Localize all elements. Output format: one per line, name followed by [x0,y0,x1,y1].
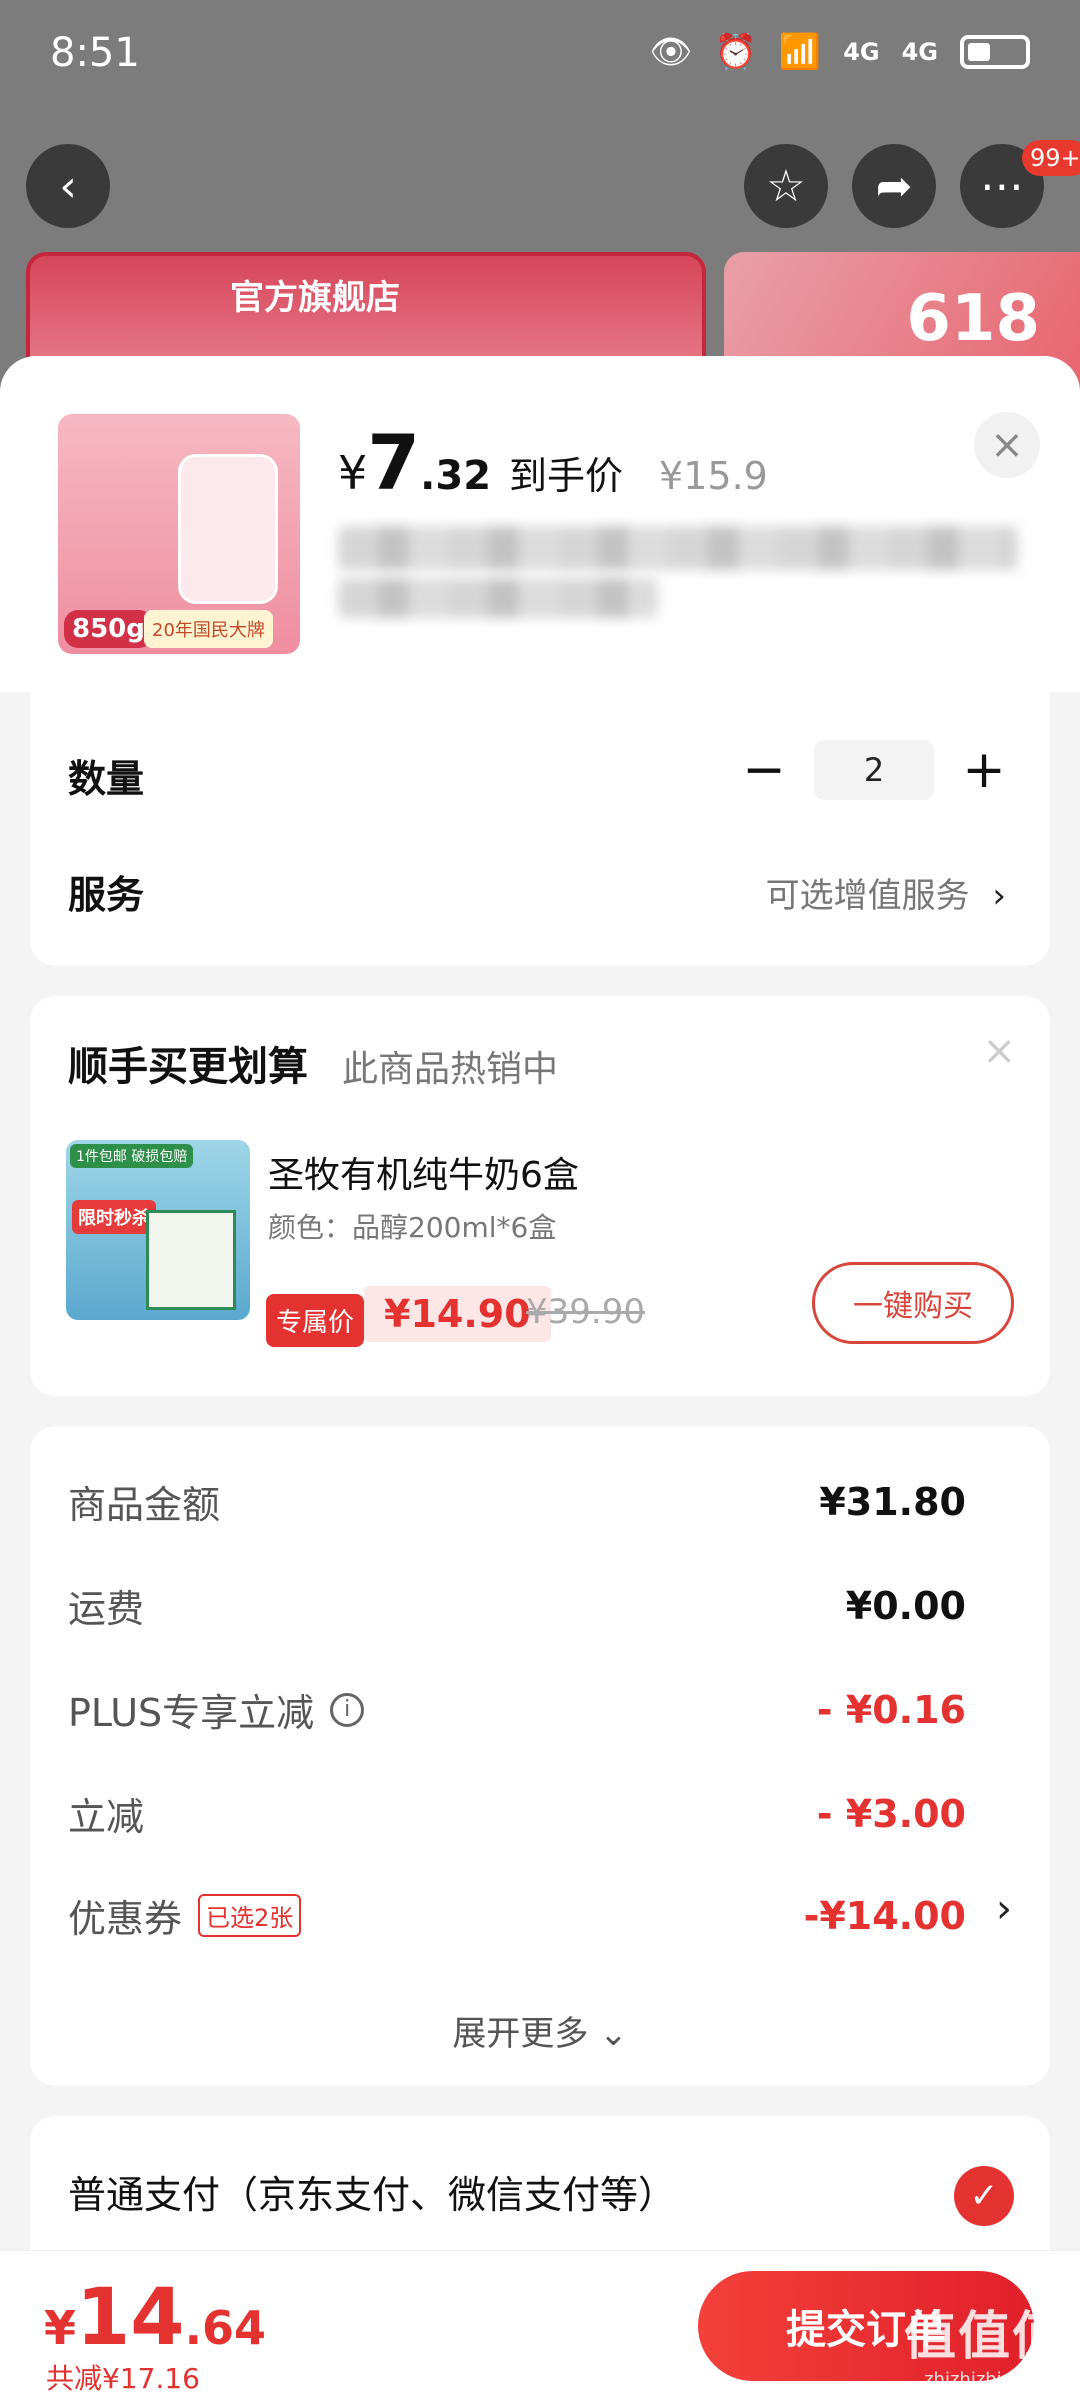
summary-value: ¥0.00 [845,1583,966,1628]
quantity-label: 数量 [68,757,145,801]
quantity-service-card: 数量 − 2 + 服务 可选增值服务 › [30,692,1050,966]
service-value-text: 可选增值服务 [765,876,970,916]
bottom-bar: ¥ 14 .64 共减¥17.16 提交订单 值值值 zhizhizhi.com [0,2250,1080,2400]
close-button[interactable]: × [974,412,1040,478]
upsell-close-icon[interactable]: × [982,1028,1016,1074]
summary-row-shipping: 运费 ¥0.00 [68,1578,966,1633]
total-symbol: ¥ [44,2301,77,2355]
back-button[interactable]: ‹ [26,144,110,228]
store-name: 官方旗舰店 [230,278,400,318]
upsell-item-name: 圣牧有机纯牛奶6盒 [268,1155,579,1196]
alarm-icon: ⏰ [714,32,757,72]
upsell-thumb-flash: 限时秒杀 [72,1200,156,1234]
star-icon: ☆ [766,160,806,212]
summary-row-plus: PLUS专享立减 i - ¥0.16 [68,1682,966,1737]
minus-button[interactable]: − [734,740,794,800]
service-value[interactable]: 可选增值服务 › [766,868,1006,917]
favorite-button[interactable]: ☆ [744,144,828,228]
price-decimal: .32 [420,453,492,499]
watermark-url: zhizhizhi.com [924,2369,1046,2390]
share-button[interactable]: ➦ [852,144,936,228]
watermark-text: 值值值 [903,2307,1066,2367]
share-icon: ➦ [875,160,913,212]
summary-label: 运费 [68,1587,145,1631]
price-symbol: ¥ [338,446,368,500]
original-price: ¥15.9 [659,454,768,498]
upsell-original-price: ¥39.90 [526,1292,645,1332]
quantity-input[interactable]: 2 [814,740,934,800]
total-integer: 14 [76,2273,185,2363]
product-slogan: 20年国民大牌 [144,610,273,648]
expand-more-button[interactable]: 展开更多 ⌄ [30,2006,1050,2055]
more-badge: 99+ [1022,140,1080,176]
status-icons: 👁 ⏰ 📶 4G 4G [649,32,1030,72]
summary-label-text: 优惠券 [68,1897,183,1941]
total-price: ¥ 14 .64 [44,2273,266,2363]
bottle-graphic [178,454,278,604]
close-icon: × [990,422,1024,468]
upsell-thumb-tag: 1件包邮 破损包赔 [70,1144,194,1168]
product-image: 850g 20年国民大牌 [58,414,300,654]
promo-618: 618 [906,282,1040,356]
quantity-stepper: − 2 + [734,740,1014,800]
price-label: 到手价 [509,454,624,498]
wifi-icon: 📶 [778,32,822,72]
more-icon: ⋯ [980,160,1024,212]
summary-label-text: PLUS专享立减 [68,1691,315,1735]
signal-icon: 4G [843,38,880,66]
eye-icon: 👁 [649,32,693,72]
summary-value: -¥14.00 [803,1893,966,1938]
summary-value: - ¥3.00 [816,1791,966,1836]
summary-value: - ¥0.16 [816,1687,966,1732]
order-sheet: 850g 20年国民大牌 ¥ 7 .32 到手价 ¥15.9 × 数量 − 2 … [0,356,1080,2400]
status-time: 8:51 [50,30,140,76]
price-integer: 7 [367,418,421,507]
upsell-price: ¥14.90 [364,1286,551,1342]
summary-label-coupon: 优惠券 已选2张 [68,1888,302,1943]
price-summary-card: 商品金额 ¥31.80 运费 ¥0.00 PLUS专享立减 i - ¥0.16 … [30,1426,1050,2086]
summary-label-plus: PLUS专享立减 i [68,1682,365,1737]
summary-row-discount: 立减 - ¥3.00 [68,1786,966,1841]
payment-check-icon[interactable]: ✓ [954,2166,1014,2226]
summary-label: 立减 [68,1795,145,1839]
upsell-item-image: 1件包邮 破损包赔 限时秒杀 [66,1140,250,1320]
expand-more-label: 展开更多 [452,2014,589,2054]
coupon-count-badge: 已选2张 [198,1894,302,1937]
total-saved: 共减¥17.16 [46,2362,200,2395]
upsell-card: 顺手买更划算 此商品热销中 × 1件包邮 破损包赔 限时秒杀 圣牧有机纯牛奶6盒… [30,996,1050,1396]
info-icon[interactable]: i [330,1692,365,1727]
chevron-left-icon: ‹ [59,160,77,212]
summary-label: 商品金额 [68,1483,221,1527]
chevron-down-icon: ⌄ [599,2014,628,2054]
chevron-right-icon[interactable]: › [996,1886,1012,1932]
upsell-item-spec: 颜色：品醇200ml*6盒 [268,1211,557,1244]
battery-icon [960,35,1030,69]
blurred-product-title-2 [338,578,658,618]
total-decimal: .64 [184,2301,267,2355]
upsell-title: 顺手买更划算 [68,1044,308,1090]
payment-method-label: 普通支付（京东支付、微信支付等） [68,2173,677,2217]
service-label: 服务 [68,873,145,917]
summary-value: ¥31.80 [819,1479,966,1524]
blurred-product-title [338,526,1018,570]
summary-row-goods: 商品金额 ¥31.80 [68,1474,966,1529]
price-row: ¥ 7 .32 到手价 ¥15.9 [338,418,768,507]
status-bar: 8:51 👁 ⏰ 📶 4G 4G [0,0,1080,110]
signal-icon-2: 4G [901,38,938,66]
sheet-header: 850g 20年国民大牌 ¥ 7 .32 到手价 ¥15.9 × [0,356,1080,692]
watermark: 值值值 zhizhizhi.com [904,2294,1066,2390]
chevron-right-icon: › [992,876,1006,916]
upsell-subtitle: 此商品热销中 [342,1049,559,1090]
milk-box-graphic [146,1210,236,1310]
summary-row-coupon[interactable]: 优惠券 已选2张 -¥14.00 [68,1888,966,1943]
exclusive-price-tag: 专属价 [266,1294,365,1347]
one-click-buy-button[interactable]: 一键购买 [812,1262,1014,1344]
product-weight: 850g [64,610,153,648]
plus-button[interactable]: + [954,740,1014,800]
